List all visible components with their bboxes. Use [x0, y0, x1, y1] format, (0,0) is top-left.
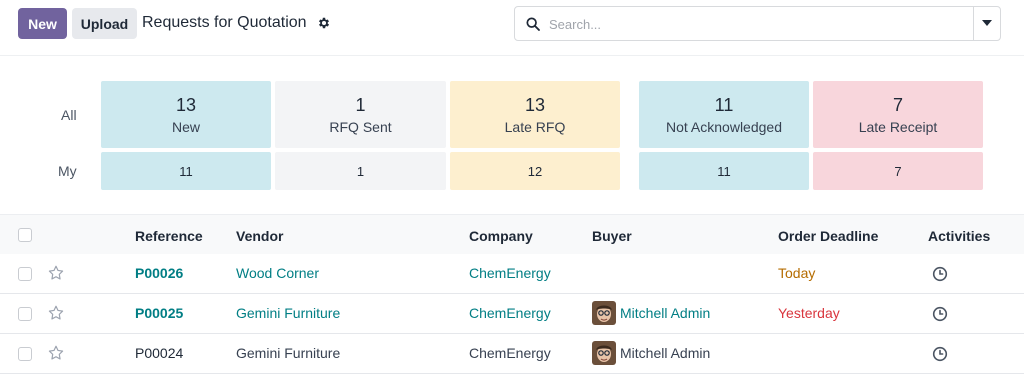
column-header-order-deadline[interactable]: Order Deadline: [778, 228, 878, 244]
row-checkbox[interactable]: [18, 347, 32, 361]
tile-all-rfq-sent[interactable]: 1 RFQ Sent: [275, 81, 446, 148]
select-all-checkbox[interactable]: [18, 228, 32, 242]
tile-count: 13: [524, 95, 546, 115]
tile-count: 11: [179, 163, 193, 179]
star-icon[interactable]: [47, 264, 65, 282]
tile-count: 7: [894, 163, 902, 179]
table-row[interactable]: P00025 Gemini Furniture ChemEnergy Mitch…: [0, 294, 1024, 334]
control-panel: New Upload Requests for Quotation: [0, 0, 1024, 52]
caret-down-icon[interactable]: [982, 20, 992, 26]
search-divider: [973, 7, 974, 40]
company-cell[interactable]: ChemEnergy: [469, 265, 551, 281]
tile-count: 11: [717, 163, 731, 179]
divider: [0, 55, 1024, 56]
tile-count: 11: [714, 95, 734, 115]
company-cell[interactable]: ChemEnergy: [469, 305, 551, 321]
tile-count: 7: [892, 95, 903, 115]
vendor-cell[interactable]: Wood Corner: [236, 265, 319, 281]
tile-all-late-rfq[interactable]: 13 Late RFQ: [450, 81, 620, 148]
tile-count: 1: [356, 163, 365, 179]
vendor-cell[interactable]: Gemini Furniture: [236, 345, 340, 361]
avatar: [592, 301, 616, 325]
buyer-cell[interactable]: Mitchell Admin: [620, 345, 710, 361]
column-header-buyer[interactable]: Buyer: [592, 228, 632, 244]
reference-cell[interactable]: P00026: [135, 265, 183, 281]
tile-label: Not Acknowledged: [666, 119, 782, 135]
tile-count: 12: [527, 163, 543, 179]
tile-label: RFQ Sent: [329, 119, 392, 135]
gear-icon[interactable]: [317, 16, 331, 30]
column-header-activities[interactable]: Activities: [928, 228, 990, 244]
tile-all-new[interactable]: 13 New: [101, 81, 271, 148]
tile-label: Late RFQ: [504, 119, 566, 135]
tile-my-new[interactable]: 11: [101, 152, 271, 190]
clock-icon[interactable]: [932, 306, 948, 322]
tile-count: 1: [355, 95, 366, 115]
deadline-cell: Today: [778, 265, 816, 281]
clock-icon[interactable]: [932, 346, 948, 362]
page-title: Requests for Quotation: [142, 14, 307, 31]
search-bar[interactable]: [514, 6, 1001, 41]
star-icon[interactable]: [47, 344, 65, 362]
company-cell[interactable]: ChemEnergy: [469, 345, 551, 361]
buyer-cell[interactable]: Mitchell Admin: [620, 305, 710, 321]
clock-icon[interactable]: [932, 266, 948, 282]
row-label-all: All: [61, 107, 77, 123]
table-header: Reference Vendor Company Buyer Order Dea…: [0, 214, 1024, 255]
reference-cell[interactable]: P00025: [135, 305, 183, 321]
deadline-cell: Yesterday: [778, 305, 840, 321]
upload-button[interactable]: Upload: [72, 8, 137, 39]
star-icon[interactable]: [47, 304, 65, 322]
search-icon: [526, 17, 540, 31]
column-header-vendor[interactable]: Vendor: [236, 228, 283, 244]
table-row[interactable]: P00024 Gemini Furniture ChemEnergy Mitch…: [0, 334, 1024, 374]
search-input[interactable]: [549, 13, 969, 35]
tile-all-not-acknowledged[interactable]: 11 Not Acknowledged: [639, 81, 809, 148]
tile-label: New: [171, 119, 200, 135]
column-header-company[interactable]: Company: [469, 228, 533, 244]
column-header-reference[interactable]: Reference: [135, 228, 203, 244]
row-checkbox[interactable]: [18, 267, 32, 281]
row-checkbox[interactable]: [18, 307, 32, 321]
row-label-my: My: [58, 163, 77, 179]
tile-my-not-acknowledged[interactable]: 11: [639, 152, 809, 190]
tile-my-rfq-sent[interactable]: 1: [275, 152, 446, 190]
tile-all-late-receipt[interactable]: 7 Late Receipt: [813, 81, 983, 148]
tile-count: 13: [175, 95, 197, 115]
tile-my-late-receipt[interactable]: 7: [813, 152, 983, 190]
table-row[interactable]: P00026 Wood Corner ChemEnergy Today: [0, 254, 1024, 294]
tile-label: Late Receipt: [858, 119, 938, 135]
reference-cell[interactable]: P00024: [135, 345, 183, 361]
new-button[interactable]: New: [18, 8, 67, 39]
tile-my-late-rfq[interactable]: 12: [450, 152, 620, 190]
avatar: [592, 341, 616, 365]
vendor-cell[interactable]: Gemini Furniture: [236, 305, 340, 321]
